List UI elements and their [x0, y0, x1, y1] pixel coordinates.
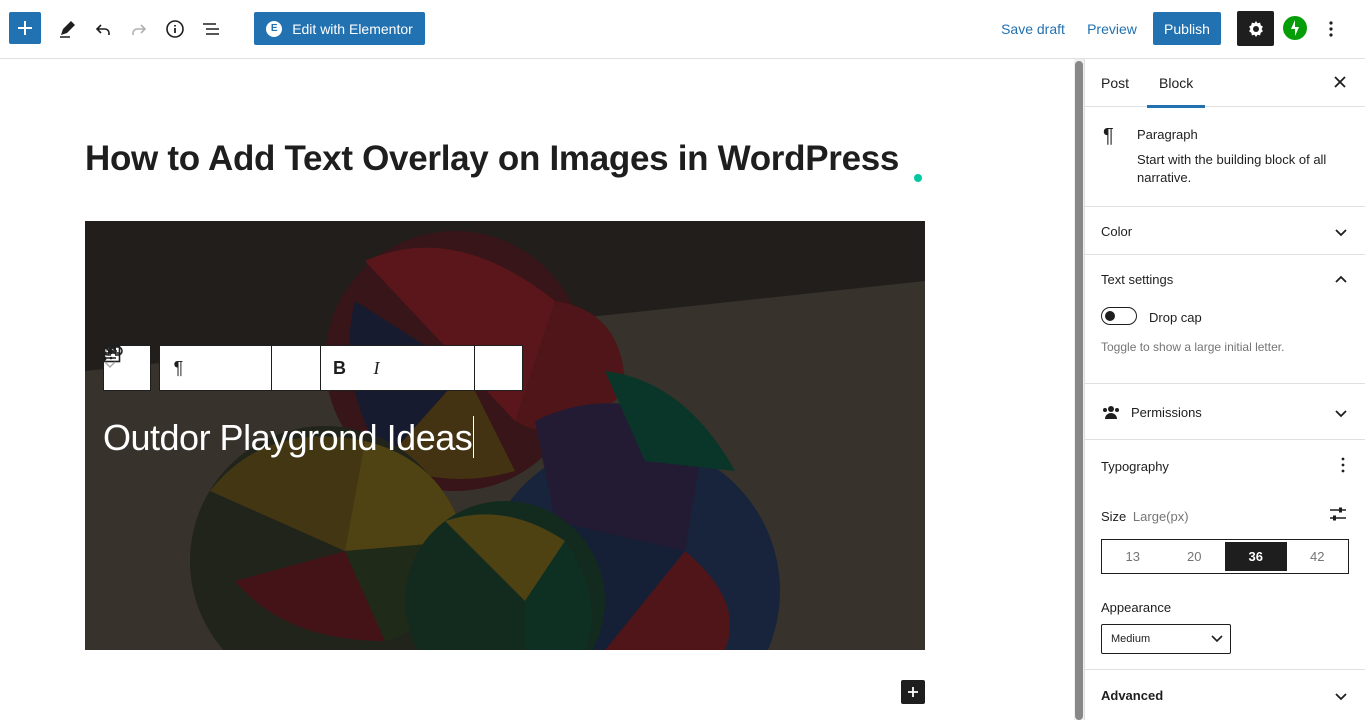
add-block-button[interactable] [9, 12, 41, 44]
settings-button[interactable] [1237, 11, 1274, 46]
text-cursor [473, 416, 475, 458]
paragraph-icon: ¶ [1103, 125, 1114, 147]
size-value-text: Large(px) [1132, 509, 1189, 524]
undo-icon [95, 23, 110, 35]
plus-icon [908, 687, 918, 697]
cover-paragraph-text: Outdor Playgrond Ideas [103, 417, 473, 458]
typography-title: Typography [1101, 459, 1169, 474]
move-up-down-buttons[interactable] [104, 346, 271, 390]
drag-handle[interactable] [103, 346, 221, 390]
chevron-down-icon [1211, 635, 1223, 643]
bold-icon: B [333, 357, 346, 378]
italic-icon: I [373, 357, 380, 378]
block-card-description: Start with the building block of all nar… [1137, 152, 1327, 185]
redo-icon [132, 23, 147, 35]
drop-cap-help: Toggle to show a large initial letter. [1101, 340, 1285, 354]
editor-scrollbar[interactable] [1074, 59, 1084, 720]
cover-block[interactable]: ¶ B I Outdor Playgrond Ideas [85, 221, 925, 650]
options-button[interactable] [1315, 12, 1347, 45]
font-size-option[interactable]: 20 [1164, 540, 1226, 573]
advanced-panel[interactable]: Advanced [1085, 670, 1365, 722]
chevron-down-icon [1335, 229, 1347, 237]
preview-button[interactable]: Preview [1087, 12, 1137, 45]
font-size-option-selected[interactable]: 36 [1225, 542, 1287, 571]
elementor-label: Edit with Elementor [292, 20, 413, 37]
info-icon [166, 19, 184, 38]
block-type-button[interactable]: ¶ [160, 346, 197, 390]
scrollbar-thumb[interactable] [1075, 61, 1083, 720]
undo-button[interactable] [87, 12, 119, 45]
font-size-option[interactable]: 42 [1287, 540, 1349, 573]
more-formatting-button[interactable] [103, 345, 469, 390]
size-label: Size Large(px) [1101, 509, 1189, 524]
gear-icon [1248, 20, 1263, 37]
drop-cap-toggle[interactable] [1101, 307, 1137, 325]
permissions-title: Permissions [1131, 405, 1202, 420]
editor-top-bar: E Edit with Elementor Save draft Preview… [0, 0, 1365, 59]
close-icon [1334, 76, 1346, 88]
block-card: ¶ Paragraph Start with the building bloc… [1085, 107, 1365, 207]
tab-block[interactable]: Block [1146, 59, 1206, 108]
status-dot [914, 174, 922, 182]
block-options-button[interactable] [103, 345, 522, 390]
block-switcher-group: ¶ B I [103, 345, 523, 391]
typography-panel: Typography Size Large(px) 13 20 36 42 Ap… [1085, 440, 1365, 670]
add-block-inline-button[interactable] [901, 680, 925, 704]
chevron-down-icon [1335, 410, 1347, 418]
chevron-up-icon[interactable] [1333, 271, 1349, 287]
settings-sidebar: Post Block ¶ Paragraph Start with the bu… [1084, 59, 1365, 720]
appearance-label: Appearance [1101, 600, 1172, 615]
post-title[interactable]: How to Add Text Overlay on Images in Wor… [85, 139, 899, 179]
link-button[interactable] [103, 346, 432, 390]
sidebar-tabs: Post Block [1085, 59, 1365, 108]
permissions-panel[interactable]: Permissions [1085, 384, 1365, 440]
editor-canvas: How to Add Text Overlay on Images in Wor… [0, 59, 1074, 720]
save-draft-button[interactable]: Save draft [1001, 12, 1065, 45]
align-button[interactable] [104, 346, 320, 390]
text-settings-title[interactable]: Text settings [1101, 272, 1173, 287]
bold-button[interactable]: B [321, 346, 358, 390]
list-view-icon [203, 22, 219, 35]
italic-button[interactable]: I [358, 346, 395, 390]
more-vertical-icon [103, 345, 107, 361]
advanced-title: Advanced [1101, 688, 1164, 703]
appearance-value: Medium [1111, 633, 1151, 645]
more-vertical-icon [1329, 20, 1333, 37]
jetpack-icon [1291, 20, 1299, 36]
paragraph-icon: ¶ [173, 357, 184, 378]
tab-post[interactable]: Post [1101, 59, 1129, 107]
cover-paragraph[interactable]: Outdor Playgrond Ideas [103, 416, 475, 459]
edit-with-elementor-button[interactable]: E Edit with Elementor [254, 12, 425, 45]
elementor-icon: E [266, 20, 283, 37]
tools-button[interactable] [51, 12, 83, 45]
block-card-title: Paragraph [1137, 127, 1198, 142]
appearance-select[interactable]: Medium [1101, 624, 1231, 654]
more-vertical-icon[interactable] [1341, 457, 1345, 473]
list-view-button[interactable] [195, 12, 227, 45]
jetpack-button[interactable] [1283, 16, 1307, 40]
close-sidebar-button[interactable] [1333, 73, 1347, 94]
chevron-down-icon [1335, 693, 1347, 701]
custom-size-settings-icon[interactable] [1329, 505, 1347, 523]
publish-button[interactable]: Publish [1153, 12, 1221, 45]
users-icon [1103, 406, 1119, 419]
drop-cap-label: Drop cap [1149, 310, 1202, 325]
size-label-text: Size [1101, 509, 1127, 524]
redo-button[interactable] [123, 12, 155, 45]
block-toolbar: ¶ B I [103, 345, 523, 391]
color-panel-title: Color [1101, 224, 1133, 239]
color-panel[interactable]: Color [1085, 207, 1365, 255]
text-settings-panel: Text settings Drop cap Toggle to show a … [1085, 255, 1365, 384]
details-button[interactable] [159, 12, 191, 45]
font-size-option[interactable]: 13 [1102, 540, 1164, 573]
pencil-icon [60, 20, 75, 38]
font-size-picker: 13 20 36 42 [1101, 539, 1349, 574]
plus-icon [18, 21, 32, 35]
